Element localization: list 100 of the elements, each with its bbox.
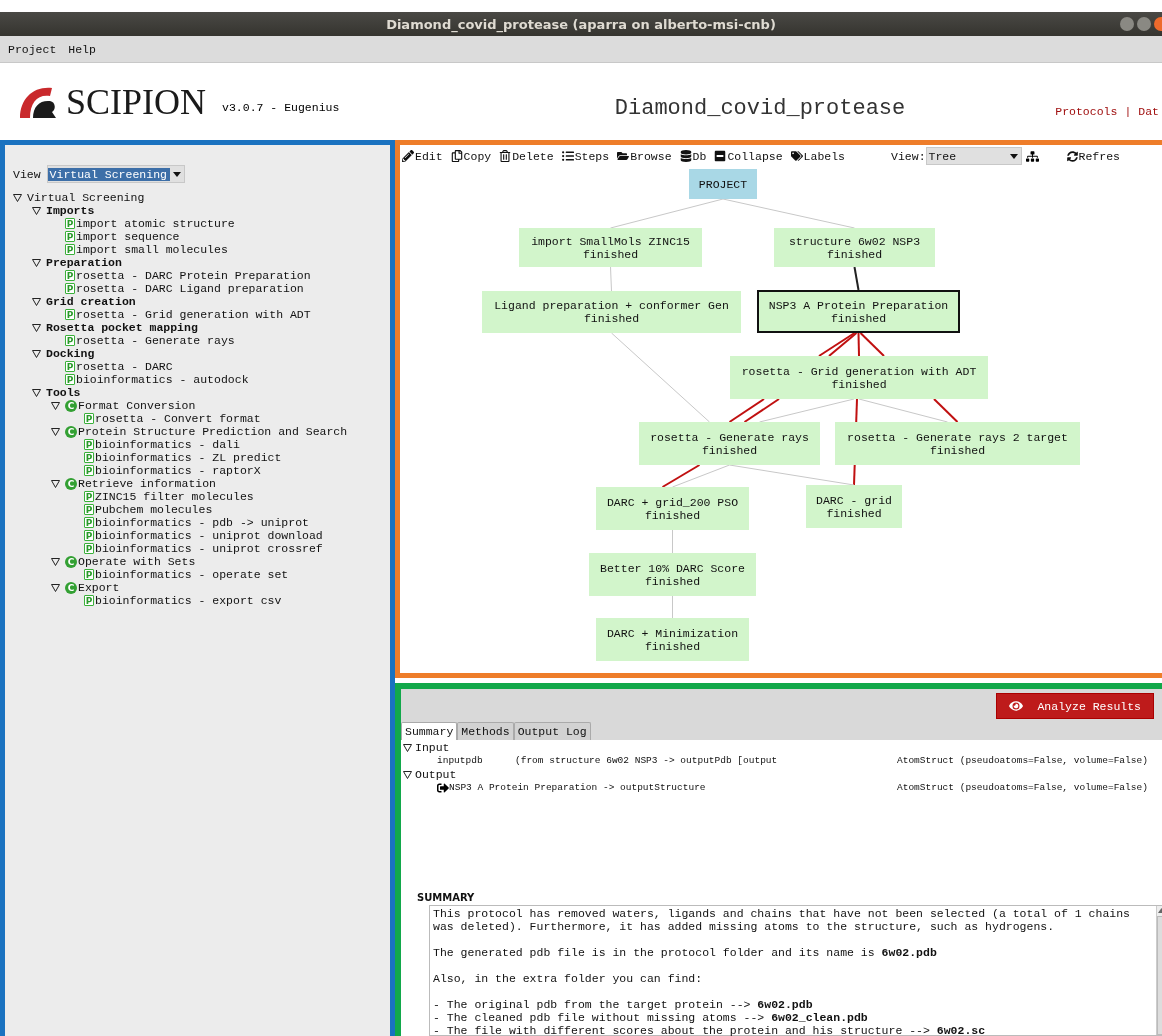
tree-item[interactable]: Protein Structure Prediction and Search xyxy=(78,425,348,438)
toolbar-button[interactable]: Collapse xyxy=(714,149,783,163)
collapse-triangle-icon[interactable] xyxy=(32,388,41,397)
protocol-badge: P xyxy=(84,543,94,554)
tree-item[interactable]: import small molecules xyxy=(76,243,228,256)
protocol-badge: P xyxy=(84,439,94,450)
folder-icon xyxy=(617,150,630,162)
protocol-node[interactable]: NSP3 A Protein Preparation finished xyxy=(757,290,960,333)
tree-item[interactable]: bioinformatics - raptorX xyxy=(95,464,261,477)
dropdown-arrow-icon xyxy=(172,171,181,177)
toolbar-button[interactable]: Delete xyxy=(499,149,554,163)
tree-item[interactable]: bioinformatics - uniprot crossref xyxy=(95,542,323,555)
tree-item[interactable]: Imports xyxy=(46,204,95,217)
protocol-node[interactable]: rosetta - Generate rays finished xyxy=(639,422,820,465)
tree-item[interactable]: Grid creation xyxy=(46,295,136,308)
protocol-node[interactable]: Better 10% DARC Score finished xyxy=(589,553,756,596)
toolbar-button[interactable]: Steps xyxy=(561,149,610,163)
view-dropdown[interactable]: Tree xyxy=(925,147,1022,165)
eye-icon xyxy=(1009,699,1024,713)
toolbar-button[interactable]: Labels xyxy=(790,149,846,163)
menu-item[interactable]: Project xyxy=(8,42,57,56)
tree-item[interactable]: rosetta - DARC Ligand preparation xyxy=(76,282,304,295)
analyze-results-button[interactable]: Analyze Results xyxy=(996,693,1154,719)
connector-line xyxy=(672,595,673,619)
maximize-button[interactable] xyxy=(1137,17,1151,31)
tree-item[interactable]: rosetta - DARC Protein Preparation xyxy=(76,269,311,282)
protocol-node[interactable]: DARC + grid_200 PSO finished xyxy=(596,487,749,530)
tree-item[interactable]: Format Conversion xyxy=(78,399,196,412)
tree-item[interactable]: Pubchem molecules xyxy=(95,503,213,516)
section-label[interactable]: Input xyxy=(415,741,450,754)
toolbar-button[interactable]: Edit xyxy=(402,149,443,163)
tree-item[interactable]: bioinformatics - export csv xyxy=(95,594,282,607)
protocol-node[interactable]: Ligand preparation + conformer Gen finished xyxy=(482,291,741,333)
view-dropdown[interactable]: Virtual Screening xyxy=(46,165,185,183)
summary-paragraph: This protocol has removed waters, ligands and chains that have not been selected (a total of 1 chains was deleted). Furthermore, it has added missing atoms to the structure, such as hydrogens. xyxy=(433,907,1131,933)
tree-item[interactable]: rosetta - DARC xyxy=(76,360,173,373)
tree-item[interactable]: import atomic structure xyxy=(76,217,235,230)
protocol-node[interactable]: rosetta - Grid generation with ADT finished xyxy=(730,356,988,399)
collapse-triangle-icon[interactable] xyxy=(32,349,41,358)
tree-item[interactable]: import sequence xyxy=(76,230,180,243)
collapse-triangle-icon[interactable] xyxy=(51,479,60,488)
protocol-badge: P xyxy=(65,283,75,294)
collapse-triangle-icon[interactable] xyxy=(51,583,60,592)
protocol-node[interactable]: import SmallMols ZINC15 finished xyxy=(519,228,702,267)
tree-item[interactable]: Docking xyxy=(46,347,95,360)
protocol-badge: P xyxy=(84,517,94,528)
tree-item[interactable]: ZINC15 filter molecules xyxy=(95,490,254,503)
collapse-triangle-icon[interactable] xyxy=(32,206,41,215)
protocol-node[interactable]: rosetta - Generate rays 2 target finished xyxy=(835,422,1080,465)
table-cell-text: AtomStruct (pseudoatoms=False, volume=False) xyxy=(897,782,1149,793)
protocol-badge: P xyxy=(65,218,75,229)
tab[interactable]: Output Log xyxy=(513,722,591,740)
section-label[interactable]: Output xyxy=(415,768,457,781)
toolbar-button[interactable]: Copy xyxy=(450,149,492,163)
tree-item[interactable]: rosetta - Generate rays xyxy=(76,334,235,347)
protocol-node[interactable]: DARC - grid finished xyxy=(806,485,902,528)
collapse-triangle-icon[interactable] xyxy=(13,193,22,202)
collapse-triangle-icon[interactable] xyxy=(32,258,41,267)
protocol-badge: P xyxy=(65,270,75,281)
tab[interactable]: Summary xyxy=(401,722,458,740)
toolbar-button[interactable]: Browse xyxy=(617,149,672,163)
protocol-node[interactable]: structure 6w02 NSP3 finished xyxy=(774,228,935,267)
hierarchy-icon[interactable] xyxy=(1025,149,1039,163)
tree-item[interactable]: Retrieve information xyxy=(78,477,217,490)
tree-item[interactable]: bioinformatics - autodock xyxy=(76,373,249,386)
logo-text: SCIPION xyxy=(66,80,207,123)
tab[interactable]: Methods xyxy=(457,722,514,740)
tree-item[interactable]: bioinformatics - ZL predict xyxy=(95,451,282,464)
tree-item[interactable]: bioinformatics - pdb -> uniprot xyxy=(95,516,309,529)
tree-item[interactable]: Operate with Sets xyxy=(78,555,196,568)
collapse-triangle-icon[interactable] xyxy=(403,743,412,752)
tree-item[interactable]: Tools xyxy=(46,386,81,399)
minimize-button[interactable] xyxy=(1120,17,1134,31)
database-icon xyxy=(679,150,692,162)
toolbar-button[interactable]: Db xyxy=(679,149,707,163)
tree-item[interactable]: Rosetta pocket mapping xyxy=(46,321,198,334)
tree-item[interactable]: Export xyxy=(78,581,120,594)
header-link[interactable]: Dat xyxy=(1138,105,1159,118)
view-label: View xyxy=(13,167,41,181)
tree-item[interactable]: Virtual Screening xyxy=(27,191,145,204)
collapse-triangle-icon[interactable] xyxy=(51,557,60,566)
protocol-node[interactable]: DARC + Minimization finished xyxy=(596,618,749,661)
project-node[interactable]: PROJECT xyxy=(689,169,757,199)
refresh-icon xyxy=(1066,150,1078,162)
category-badge: C xyxy=(65,477,77,490)
collapse-triangle-icon[interactable] xyxy=(32,297,41,306)
tree-item[interactable]: Preparation xyxy=(46,256,122,269)
protocol-badge: P xyxy=(84,491,94,502)
collapse-triangle-icon[interactable] xyxy=(403,770,412,779)
collapse-triangle-icon[interactable] xyxy=(51,401,60,410)
tree-item[interactable]: bioinformatics - uniprot download xyxy=(95,529,323,542)
collapse-triangle-icon[interactable] xyxy=(32,323,41,332)
tree-item[interactable]: rosetta - Grid generation with ADT xyxy=(76,308,311,321)
refresh-button[interactable]: Refres xyxy=(1066,149,1120,163)
menu-item[interactable]: Help xyxy=(68,42,96,56)
tree-item[interactable]: bioinformatics - dali xyxy=(95,438,240,451)
header-link[interactable]: Protocols xyxy=(1055,105,1118,118)
collapse-triangle-icon[interactable] xyxy=(51,427,60,436)
tree-item[interactable]: rosetta - Convert format xyxy=(95,412,261,425)
tree-item[interactable]: bioinformatics - operate set xyxy=(95,568,289,581)
